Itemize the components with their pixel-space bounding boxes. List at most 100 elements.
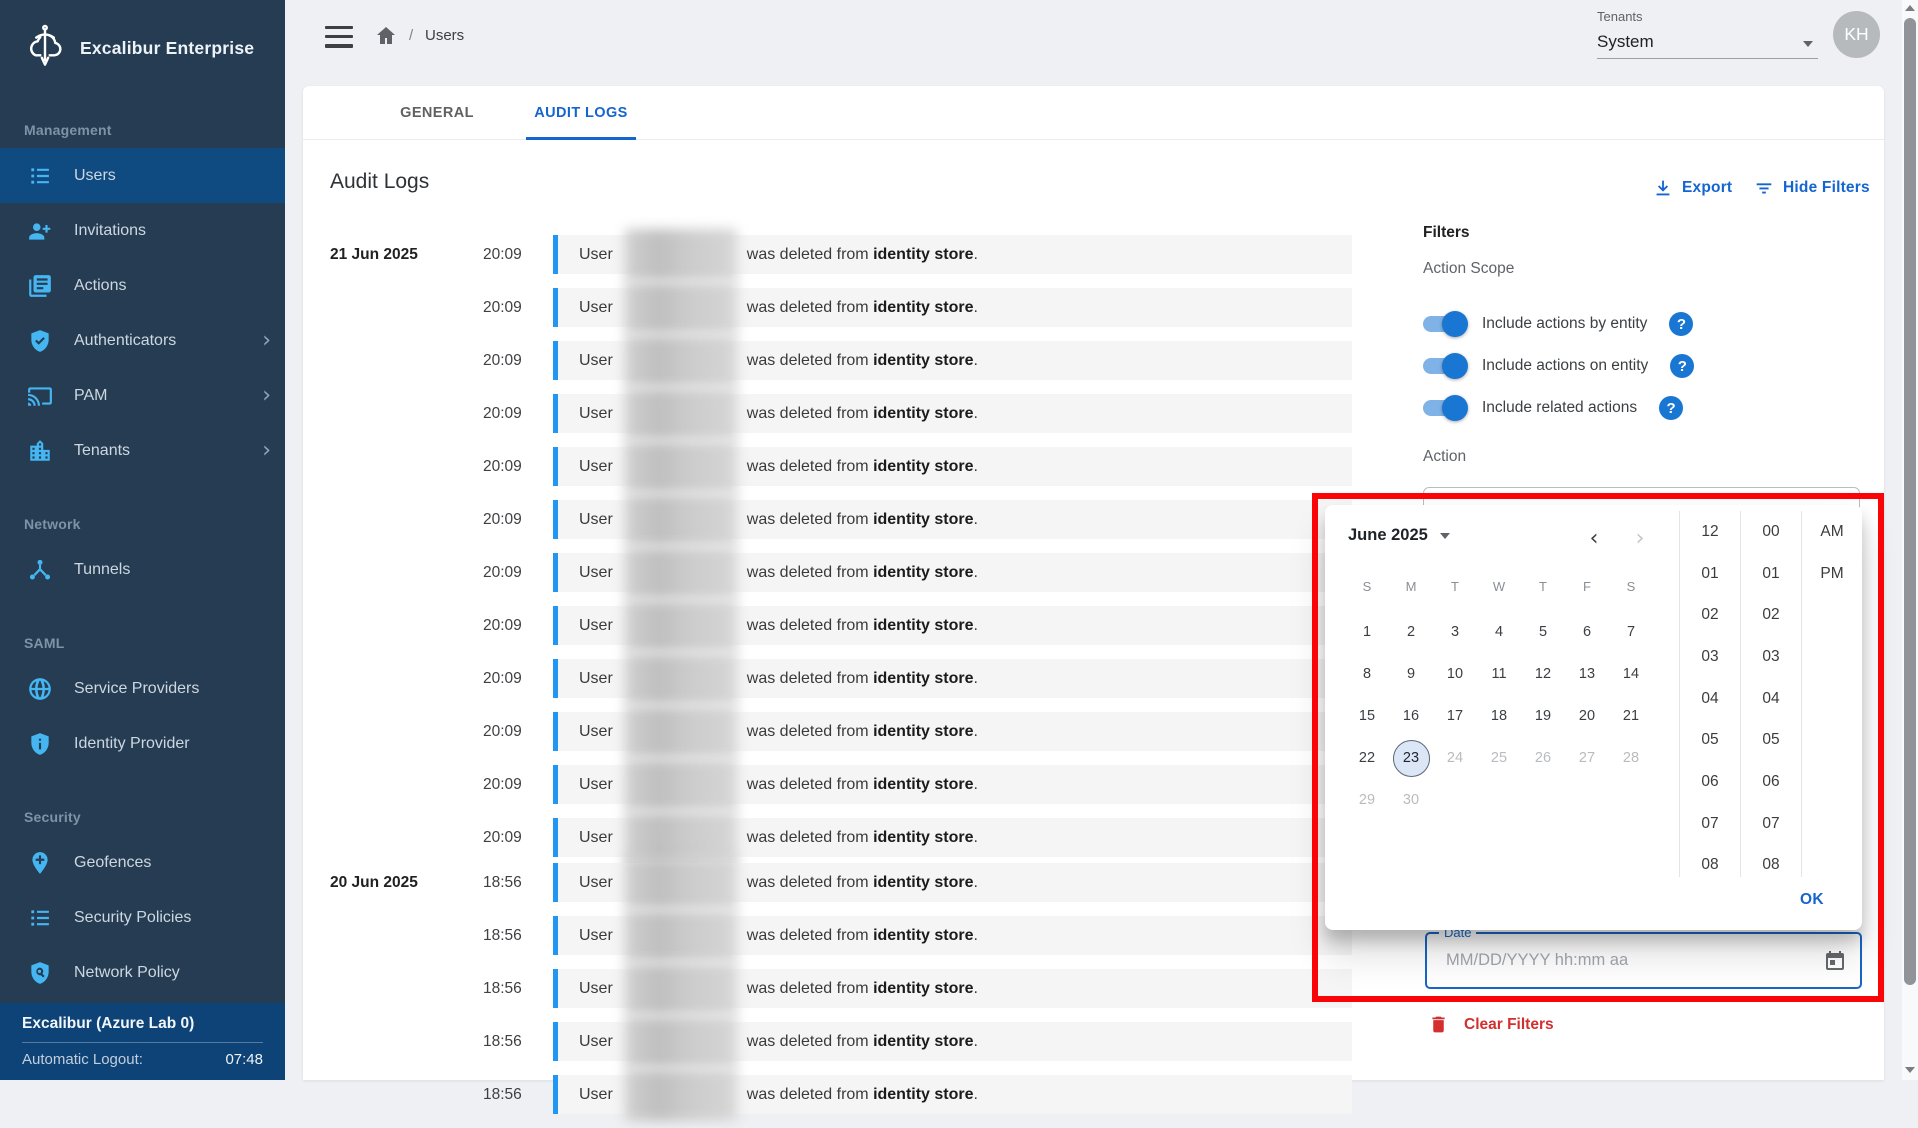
minute-option-04[interactable]: 04 (1741, 678, 1801, 720)
minutes-column[interactable]: 000102030405060708 (1740, 511, 1801, 877)
calendar-day-3[interactable]: 3 (1437, 614, 1474, 651)
calendar-day-5[interactable]: 5 (1525, 614, 1562, 651)
log-row-message[interactable]: Userwas deleted from identity store. (553, 341, 1352, 380)
log-row-message[interactable]: Userwas deleted from identity store. (553, 659, 1352, 698)
sidebar-item-authenticators[interactable]: Authenticators› (0, 313, 285, 368)
toggle-switch-include-related-actions[interactable] (1423, 395, 1465, 421)
sidebar-item-users[interactable]: Users (0, 148, 285, 203)
hour-option-03[interactable]: 03 (1680, 636, 1740, 678)
sidebar-item-actions[interactable]: Actions (0, 258, 285, 313)
calendar-day-9[interactable]: 9 (1393, 656, 1430, 693)
calendar-day-21[interactable]: 21 (1613, 698, 1650, 735)
hours-column[interactable]: 120102030405060708 (1679, 511, 1740, 877)
calendar-day-1[interactable]: 1 (1349, 614, 1386, 651)
calendar-day-6[interactable]: 6 (1569, 614, 1606, 651)
breadcrumb[interactable]: Users (425, 27, 464, 44)
scroll-down-arrow-icon[interactable] (1902, 1062, 1918, 1078)
help-icon[interactable]: ? (1659, 396, 1683, 420)
log-row-message[interactable]: Userwas deleted from identity store. (553, 1022, 1352, 1061)
minute-option-05[interactable]: 05 (1741, 719, 1801, 761)
sidebar-item-identity-provider[interactable]: Identity Provider (0, 716, 285, 771)
calendar-day-10[interactable]: 10 (1437, 656, 1474, 693)
calendar-day-19[interactable]: 19 (1525, 698, 1562, 735)
ok-button[interactable]: OK (1792, 885, 1832, 915)
log-row-message[interactable]: Userwas deleted from identity store. (553, 447, 1352, 486)
log-row-message[interactable]: Userwas deleted from identity store. (553, 765, 1352, 804)
calendar-day-14[interactable]: 14 (1613, 656, 1650, 693)
sidebar-item-service-providers[interactable]: Service Providers (0, 661, 285, 716)
hour-option-07[interactable]: 07 (1680, 803, 1740, 845)
hour-option-05[interactable]: 05 (1680, 719, 1740, 761)
minute-option-00[interactable]: 00 (1741, 511, 1801, 553)
log-row-message[interactable]: Userwas deleted from identity store. (553, 606, 1352, 645)
hour-option-01[interactable]: 01 (1680, 553, 1740, 595)
export-button[interactable]: Export (1652, 177, 1732, 199)
hour-option-04[interactable]: 04 (1680, 678, 1740, 720)
scrollbar-thumb[interactable] (1904, 18, 1916, 985)
calendar-day-11[interactable]: 11 (1481, 656, 1518, 693)
hour-option-08[interactable]: 08 (1680, 845, 1740, 878)
log-row-message[interactable]: Userwas deleted from identity store. (553, 500, 1352, 539)
previous-month-button[interactable]: ‹ (1579, 523, 1609, 553)
hide-filters-button[interactable]: Hide Filters (1753, 177, 1870, 199)
log-row-message[interactable]: Userwas deleted from identity store. (553, 863, 1352, 902)
avatar[interactable]: KH (1833, 11, 1880, 58)
minute-option-08[interactable]: 08 (1741, 845, 1801, 878)
minute-option-02[interactable]: 02 (1741, 594, 1801, 636)
meridiem-column[interactable]: AMPM (1801, 511, 1862, 877)
sidebar-item-tenants[interactable]: Tenants› (0, 423, 285, 478)
sidebar-item-network-policy[interactable]: Network Policy (0, 945, 285, 1000)
tab-audit-logs[interactable]: AUDIT LOGS (518, 86, 644, 140)
log-row-message[interactable]: Userwas deleted from identity store. (553, 394, 1352, 433)
calendar-day-12[interactable]: 12 (1525, 656, 1562, 693)
calendar-icon[interactable] (1823, 949, 1847, 973)
minute-option-01[interactable]: 01 (1741, 553, 1801, 595)
help-icon[interactable]: ? (1669, 312, 1693, 336)
log-row-message[interactable]: Userwas deleted from identity store. (553, 969, 1352, 1008)
scroll-up-arrow-icon[interactable] (1902, 0, 1918, 16)
minute-option-07[interactable]: 07 (1741, 803, 1801, 845)
log-row-message[interactable]: Userwas deleted from identity store. (553, 712, 1352, 751)
sidebar-item-tunnels[interactable]: Tunnels (0, 542, 285, 597)
calendar-day-2[interactable]: 2 (1393, 614, 1430, 651)
log-row-message[interactable]: Userwas deleted from identity store. (553, 235, 1352, 274)
calendar-day-7[interactable]: 7 (1613, 614, 1650, 651)
log-row-message[interactable]: Userwas deleted from identity store. (553, 916, 1352, 955)
log-row-message[interactable]: Userwas deleted from identity store. (553, 1075, 1352, 1114)
log-row-message[interactable]: Userwas deleted from identity store. (553, 818, 1352, 857)
tab-general[interactable]: GENERAL (377, 86, 497, 140)
menu-toggle-button[interactable] (325, 26, 353, 48)
calendar-day-17[interactable]: 17 (1437, 698, 1474, 735)
log-row-message[interactable]: Userwas deleted from identity store. (553, 288, 1352, 327)
calendar-day-13[interactable]: 13 (1569, 656, 1606, 693)
log-row-message[interactable]: Userwas deleted from identity store. (553, 553, 1352, 592)
hour-option-12[interactable]: 12 (1680, 511, 1740, 553)
toggle-switch-include-actions-on-entity[interactable] (1423, 353, 1465, 379)
calendar-day-18[interactable]: 18 (1481, 698, 1518, 735)
calendar-day-22[interactable]: 22 (1349, 740, 1386, 777)
tenants-select[interactable]: System (1597, 28, 1818, 59)
sidebar-item-invitations[interactable]: Invitations (0, 203, 285, 258)
calendar-day-4[interactable]: 4 (1481, 614, 1518, 651)
meridiem-option-PM[interactable]: PM (1802, 553, 1862, 595)
minute-option-03[interactable]: 03 (1741, 636, 1801, 678)
calendar-day-20[interactable]: 20 (1569, 698, 1606, 735)
help-icon[interactable]: ? (1670, 354, 1694, 378)
hour-option-06[interactable]: 06 (1680, 761, 1740, 803)
next-month-button[interactable]: › (1625, 523, 1655, 553)
page-scrollbar[interactable] (1902, 0, 1918, 1080)
calendar-day-8[interactable]: 8 (1349, 656, 1386, 693)
hour-option-02[interactable]: 02 (1680, 594, 1740, 636)
clear-filters-button[interactable]: Clear Filters (1428, 1014, 1554, 1035)
sidebar-item-geofences[interactable]: Geofences (0, 835, 285, 890)
toggle-switch-include-actions-by-entity[interactable] (1423, 311, 1465, 337)
sidebar-item-security-policies[interactable]: Security Policies (0, 890, 285, 945)
home-icon[interactable] (374, 24, 398, 48)
meridiem-option-AM[interactable]: AM (1802, 511, 1862, 553)
calendar-day-23[interactable]: 23 (1393, 740, 1430, 777)
calendar-day-16[interactable]: 16 (1393, 698, 1430, 735)
date-input-field[interactable]: Date MM/DD/YYYY hh:mm aa (1425, 932, 1862, 989)
month-year-switcher[interactable]: June 2025 (1348, 526, 1450, 545)
sidebar-item-pam[interactable]: PAM› (0, 368, 285, 423)
minute-option-06[interactable]: 06 (1741, 761, 1801, 803)
